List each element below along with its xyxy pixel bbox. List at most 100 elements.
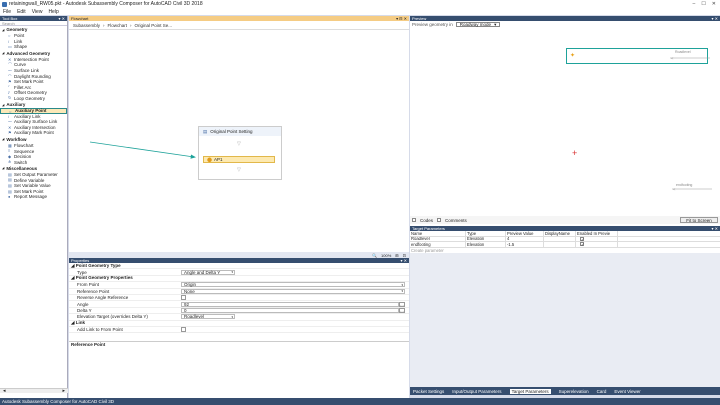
ellipsis-button[interactable]: … [399,301,405,307]
set-output-parameter-icon: ▤ [8,171,12,177]
create-parameter-input[interactable]: Create parameter [410,247,720,254]
search-icon[interactable]: 🔍 [372,253,377,258]
column-header[interactable]: DisplayName [544,231,576,236]
ellipsis-button[interactable]: … [399,307,405,313]
breadcrumb-flowchart[interactable]: Flowchart [108,23,128,28]
collapse-icon[interactable]: ◢ [2,28,4,32]
column-header[interactable]: Preview Value [506,231,544,236]
cell-type[interactable]: Elevation [466,236,506,242]
toolbox-group-label: Geometry [6,27,28,32]
column-header[interactable]: Enabled In Previe [576,231,618,236]
pin-icon[interactable]: ▾ ✕ [712,16,720,21]
toolbox-group-advanced-geometry[interactable]: ◢ Advanced Geometry [0,50,67,57]
toolbox-item-report-message[interactable]: ● Report Message [0,194,67,200]
property-input[interactable]: 92 [181,301,399,307]
toolbox-group-auxiliary[interactable]: ◢ Auxiliary [0,101,67,108]
scroll-right-icon[interactable]: ▸ [62,388,65,394]
cell-name[interactable]: Roadlevel [410,236,466,242]
breadcrumb-subassembly[interactable]: Subassembly [73,23,100,28]
preview-mode-select[interactable]: Roadway mode ▾ [455,22,501,27]
sequence-node[interactable]: ▤ Original Point Setting ▽ ⬤ AP1 ▽ [198,126,282,180]
property-select[interactable]: None ▾ [181,288,405,294]
codes-checkbox[interactable] [412,218,416,222]
menu-help[interactable]: Help [48,9,58,15]
fit-to-screen-button[interactable]: Fit to Screen [680,217,718,223]
property-checkbox[interactable] [181,295,186,301]
auxiliary-point-node[interactable]: ⬤ AP1 [203,156,275,163]
menu-view[interactable]: View [32,9,43,15]
property-label: Reference Point [77,288,110,294]
pin-icon[interactable]: ▾ ⊟ ✕ [396,16,409,21]
property-checkbox[interactable] [181,327,186,333]
minimize-button[interactable]: – [693,1,696,7]
collapse-icon[interactable]: ◢ [2,51,4,55]
cell-value[interactable]: -1.5 [506,242,544,247]
enabled-checkbox[interactable]: ✓ [580,236,584,241]
set-mark-point-icon: ⚑ [8,78,12,84]
fit-icon[interactable]: ⊞ [395,253,398,258]
arrow-down-icon: ▽ [237,167,241,173]
maximize-button[interactable]: ☐ [701,1,705,7]
toolbox-item-label: Set Output Parameter [14,172,58,178]
toolbox-item-label: Set Variable Value [14,183,51,189]
toolbox-item-loop-geometry[interactable]: ↻ Loop Geometry [0,95,67,101]
overview-icon[interactable]: ⊡ [403,253,406,258]
zoom-level[interactable]: 100% [381,253,391,258]
roadlevel-label: Roadlevel [675,50,691,54]
chevron-down-icon: ▾ [401,282,403,287]
tab-card[interactable]: Card [597,389,607,394]
property-label: Angle [77,301,89,307]
chevron-down-icon: ▾ [231,270,233,275]
link-icon: / [8,38,10,44]
comments-checkbox[interactable] [437,218,442,222]
cell-type[interactable]: Elevation [466,242,506,247]
toolbox-panel: Tool Box ▾ ✕ Search ◢ Geometry ○ Point / Link… [0,16,68,398]
toolbox-scrollbar[interactable]: ◂ ▸ [0,388,68,394]
property-select[interactable]: Roadlevel ▾ [181,314,235,320]
collapse-icon[interactable]: ◢ [2,103,4,107]
tab-input-output-parameters[interactable]: Input/Output Parameters [452,389,501,394]
close-button[interactable]: ✕ [712,1,716,7]
tab-superelevation[interactable]: Superelevation [559,389,589,394]
scroll-left-icon[interactable]: ◂ [3,388,6,394]
toolbox-item-label: Decision [14,154,32,160]
property-label: Elevation Target (overrides Delta Y) [77,314,148,320]
pin-icon[interactable]: ▾ ✕ [712,226,720,231]
property-name-cell: ◢ Link [71,320,85,326]
tab-packet-settings[interactable]: Packet Settings [413,389,444,394]
property-label: Point Geometry Properties [75,275,133,281]
toolbox-group-geometry[interactable]: ◢ Geometry [0,26,67,33]
tab-target-parameters[interactable]: Target Parameters [509,388,551,394]
chevron-right-icon: › [130,22,132,28]
bottom-tabs: Packet Settings Input/Output Parameters Ta… [410,387,720,395]
cell-display[interactable] [544,242,576,247]
pin-icon[interactable]: ▾ ✕ [401,258,409,263]
point-icon: ○ [8,33,11,38]
tab-event-viewer[interactable]: Event Viewer [614,389,640,394]
column-header[interactable]: Name [410,231,466,236]
cell-display[interactable] [544,236,576,242]
collapse-icon[interactable]: ◢ [2,137,4,141]
pin-icon[interactable]: ▾ ✕ [59,16,67,21]
toolbox-item-auxiliary-mark-point[interactable]: ⚑ Auxiliary Mark Point [0,130,67,136]
toolbox-group-miscellaneous[interactable]: ◢ Miscellaneous [0,165,67,172]
comments-label: Comments [445,217,467,223]
menu-edit[interactable]: Edit [17,9,26,15]
toolbox-item-label: Auxiliary Surface Link [14,119,58,125]
property-input[interactable]: 0 [181,307,399,313]
toolbox-item-shape[interactable]: ▭ Shape [0,44,67,50]
breadcrumb-current[interactable]: Original Point Se... [135,23,173,28]
cell-value[interactable]: 4 [506,236,544,242]
toolbox-group-workflow[interactable]: ◢ Workflow [0,136,67,143]
toolbox-item-switch[interactable]: ⋔ Switch [0,159,67,165]
set-variable-value-icon: ▤ [8,183,12,189]
property-select[interactable]: Origin ▾ [181,282,405,288]
cell-name[interactable]: endfooting [410,242,466,247]
enabled-checkbox[interactable]: ✓ [580,242,584,247]
shape-icon: ▭ [8,44,12,50]
menu-file[interactable]: File [3,9,11,15]
property-description: Reference Point [69,341,409,347]
column-header[interactable]: Type [466,231,506,236]
property-select[interactable]: Angle and Delta Y ▾ [181,269,235,275]
collapse-icon[interactable]: ◢ [2,166,4,170]
